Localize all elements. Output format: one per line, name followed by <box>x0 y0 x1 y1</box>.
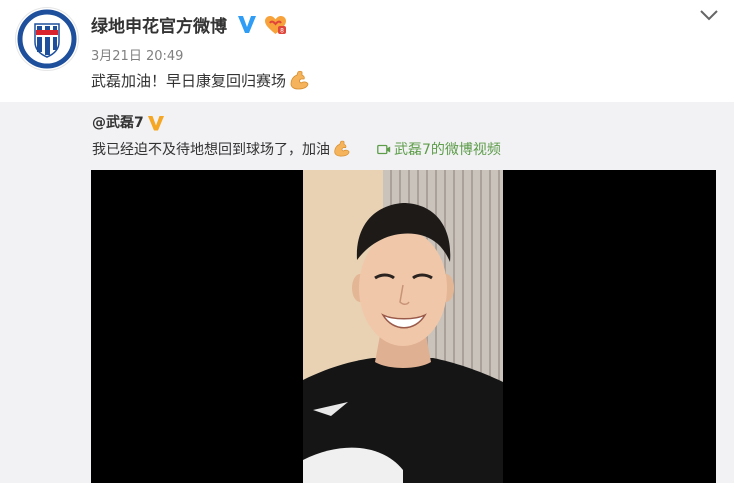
verified-v-gold-icon <box>148 116 164 131</box>
vip-heart-icon[interactable]: 8 <box>263 14 288 36</box>
flexed-biceps-icon <box>290 70 309 90</box>
video-link-label: 武磊7的微博视频 <box>394 142 501 158</box>
svg-text:8: 8 <box>280 28 284 35</box>
club-crest-icon <box>17 9 77 69</box>
flexed-biceps-icon <box>334 140 350 157</box>
author-avatar[interactable] <box>16 8 78 70</box>
author-name[interactable]: 绿地申花官方微博 <box>91 12 227 37</box>
repost-container: @武磊7 我已经迫不及待地想回到球场了，加油 武磊7的微博视频 <box>0 102 734 483</box>
repost-author-handle[interactable]: @武磊7 <box>92 112 144 132</box>
chevron-down-icon[interactable] <box>698 8 720 22</box>
post-timestamp[interactable]: 3月21日 20:49 <box>91 45 183 64</box>
video-player[interactable] <box>91 170 716 483</box>
post-text: 武磊加油！早日康复回归赛场 <box>91 70 310 91</box>
post-text-content: 武磊加油！早日康复回归赛场 <box>91 72 287 90</box>
repost-text: 我已经迫不及待地想回到球场了，加油 <box>92 139 353 159</box>
video-camera-icon <box>377 144 391 155</box>
verified-v-icon <box>238 16 256 33</box>
video-frame-image <box>303 170 503 483</box>
weibo-post-card: 绿地申花官方微博 8 3月21日 20:49 武磊加油！早日康复回归赛场 @武磊… <box>0 0 734 483</box>
repost-text-content: 我已经迫不及待地想回到球场了，加油 <box>92 142 330 158</box>
video-link[interactable]: 武磊7的微博视频 <box>377 139 501 159</box>
